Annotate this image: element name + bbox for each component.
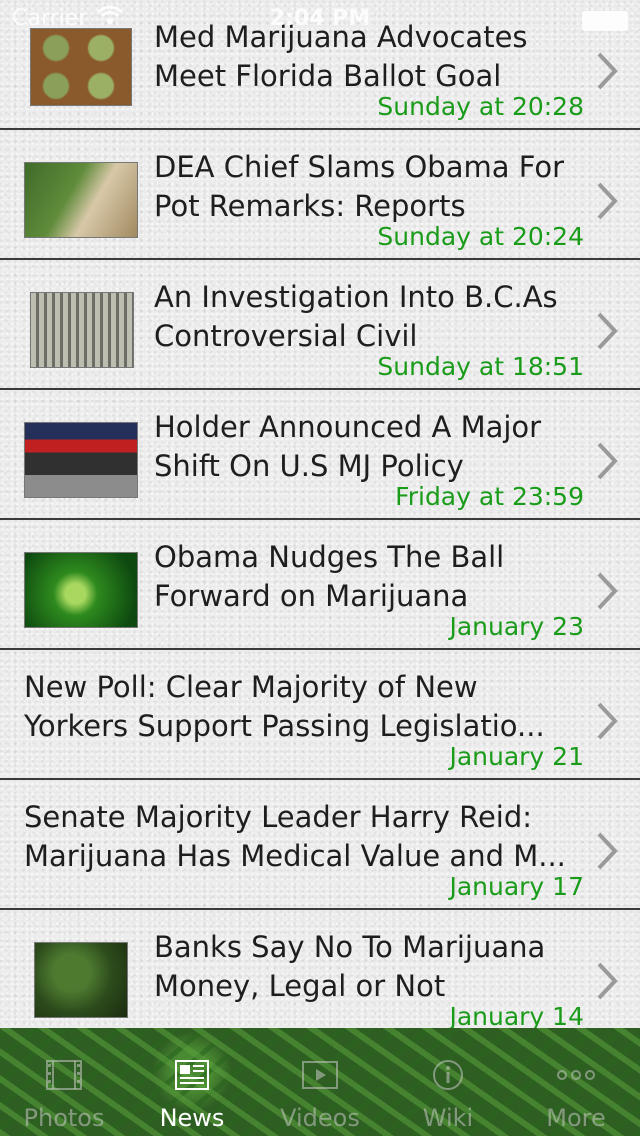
news-title: Senate Majority Leader Harry Reid: Marij… [24, 800, 566, 873]
film-strip-icon [46, 1060, 82, 1090]
news-row[interactable]: Banks Say No To Marijuana Money, Legal o… [0, 910, 640, 1028]
chevron-right-icon [597, 442, 618, 480]
tab-label: Videos [280, 1104, 360, 1132]
tab-label: More [546, 1104, 606, 1132]
news-list[interactable]: Med Marijuana Advocates Meet Florida Bal… [0, 0, 640, 1028]
newspaper-icon [175, 1060, 209, 1090]
news-thumbnail [24, 552, 138, 628]
news-title: Obama Nudges The Ball Forward on Marijua… [154, 540, 505, 613]
chevron-right-icon [597, 312, 618, 350]
chevron-right-icon [597, 572, 618, 610]
news-title: New Poll: Clear Majority of New Yorkers … [24, 670, 545, 743]
video-icon [302, 1061, 338, 1089]
news-date: January 17 [449, 872, 584, 901]
news-thumbnail [30, 292, 134, 368]
news-date: Sunday at 20:24 [377, 222, 584, 251]
news-row[interactable]: An Investigation Into B.C.As Controversi… [0, 260, 640, 390]
news-row[interactable]: DEA Chief Slams Obama For Pot Remarks: R… [0, 130, 640, 260]
news-row[interactable]: Senate Majority Leader Harry Reid: Marij… [0, 780, 640, 910]
news-thumbnail [34, 942, 128, 1018]
more-dots-icon [557, 1070, 595, 1080]
news-date: January 21 [449, 742, 584, 771]
news-row[interactable]: Holder Announced A Major Shift On U.S MJ… [0, 390, 640, 520]
chevron-right-icon [597, 182, 618, 220]
news-date: January 14 [449, 1002, 584, 1028]
tab-wiki[interactable]: Wiki [384, 1028, 512, 1136]
chevron-right-icon [597, 832, 618, 870]
tab-videos[interactable]: Videos [256, 1028, 384, 1136]
news-row[interactable]: Med Marijuana Advocates Meet Florida Bal… [0, 0, 640, 130]
tab-label: Wiki [422, 1104, 474, 1132]
news-row[interactable]: Obama Nudges The Ball Forward on Marijua… [0, 520, 640, 650]
tab-photos[interactable]: Photos [0, 1028, 128, 1136]
tab-news[interactable]: News [128, 1028, 256, 1136]
news-title: Holder Announced A Major Shift On U.S MJ… [154, 410, 542, 483]
news-thumbnail [24, 162, 138, 238]
news-date: January 23 [449, 612, 584, 641]
news-title: An Investigation Into B.C.As Controversi… [154, 280, 558, 353]
tab-label: Photos [23, 1104, 105, 1132]
news-title: DEA Chief Slams Obama For Pot Remarks: R… [154, 150, 565, 223]
tab-label: News [159, 1104, 225, 1132]
tab-more[interactable]: More [512, 1028, 640, 1136]
news-thumbnail [24, 422, 138, 498]
news-thumbnail [30, 28, 132, 106]
chevron-right-icon [597, 962, 618, 1000]
news-title: Banks Say No To Marijuana Money, Legal o… [154, 930, 546, 1003]
news-date: Friday at 23:59 [395, 482, 584, 511]
info-icon [433, 1060, 463, 1090]
news-date: Sunday at 20:28 [377, 92, 584, 121]
news-date: Sunday at 18:51 [377, 352, 584, 381]
tab-bar: Photos News Videos Wiki More [0, 1028, 640, 1136]
news-row[interactable]: New Poll: Clear Majority of New Yorkers … [0, 650, 640, 780]
chevron-right-icon [597, 702, 618, 740]
news-title: Med Marijuana Advocates Meet Florida Bal… [154, 20, 528, 93]
chevron-right-icon [597, 52, 618, 90]
